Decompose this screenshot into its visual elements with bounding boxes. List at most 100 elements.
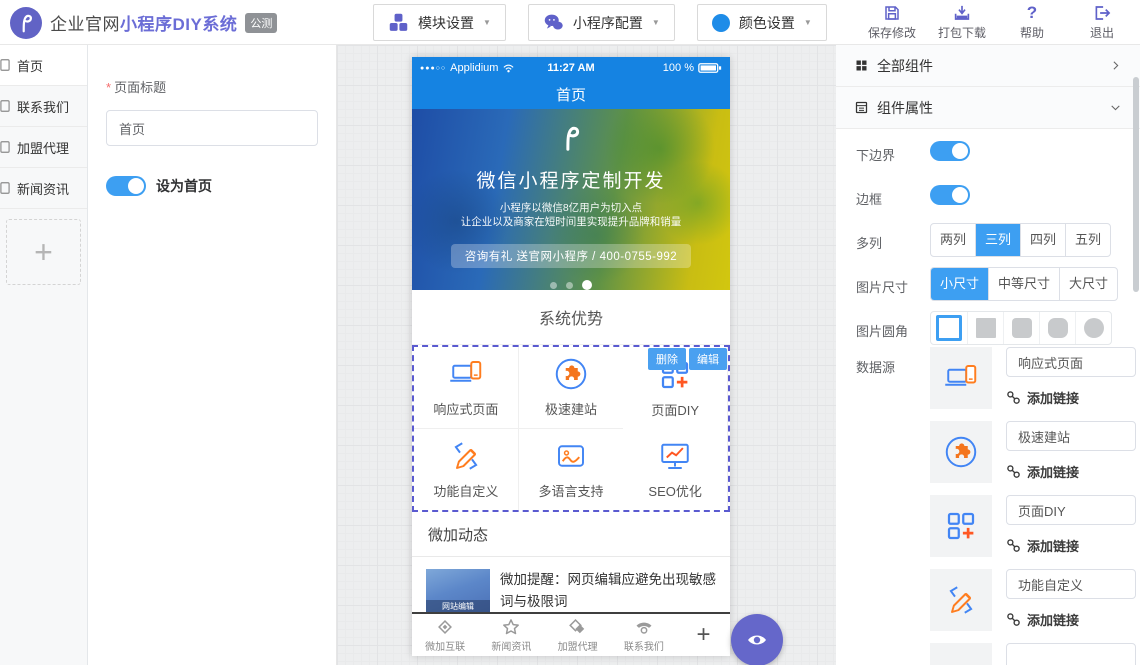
- img-size-medium[interactable]: 中等尺寸: [988, 268, 1059, 300]
- border-toggle[interactable]: [930, 185, 970, 205]
- feature-cell-seo[interactable]: SEO优化: [623, 429, 728, 511]
- logo-glyph-icon: [15, 12, 37, 34]
- set-home-toggle[interactable]: [106, 176, 146, 196]
- app-header: 企业官网小程序DIY系统 公测 模块设置 ▼ 小程序配置 ▼ 颜色设置 ▼ 保存…: [0, 0, 1140, 45]
- columns-option-two[interactable]: 两列: [931, 224, 975, 256]
- module-settings-label: 模块设置: [418, 13, 474, 33]
- edit-component-button[interactable]: 编辑: [689, 348, 727, 370]
- add-link-button[interactable]: 添加链接: [1006, 536, 1079, 555]
- delete-component-button[interactable]: 删除: [648, 348, 686, 370]
- news-thumbnail: 网站编辑: [426, 569, 490, 615]
- grid-icon: [854, 58, 869, 73]
- sidebar-item-agent[interactable]: 加盟代理: [0, 127, 87, 168]
- radius-option-none-selected[interactable]: [931, 312, 967, 344]
- page-title-label: *页面标题: [106, 77, 318, 96]
- app-title: 企业官网小程序DIY系统: [50, 10, 237, 35]
- header-actions: 保存修改 打包下载 ? 帮助 退出: [866, 4, 1128, 41]
- miniprogram-config-button[interactable]: 小程序配置 ▼: [528, 4, 675, 41]
- save-button[interactable]: 保存修改: [866, 4, 918, 41]
- tab-add-button[interactable]: +: [677, 621, 730, 649]
- image-icon: [553, 438, 589, 474]
- inspector-scrollbar[interactable]: [1133, 77, 1139, 292]
- phone-icon: [634, 617, 654, 637]
- module-settings-button[interactable]: 模块设置 ▼: [373, 4, 506, 41]
- feature-cell-responsive[interactable]: 响应式页面: [414, 347, 519, 429]
- sidebar-item-label: 加盟代理: [17, 138, 69, 157]
- datasource-item: 添加链接: [930, 569, 1126, 631]
- news-item-title: 微加提醒：网页编辑应避免出现敏感词与极限词: [500, 569, 716, 615]
- star-icon: [501, 617, 521, 637]
- color-settings-label: 颜色设置: [739, 13, 795, 33]
- component-action-badges: 删除 编辑: [648, 348, 727, 370]
- carousel-dot[interactable]: [550, 282, 557, 289]
- app-title-gray: 企业官网: [50, 15, 120, 34]
- component-props-header[interactable]: 组件属性: [836, 87, 1140, 129]
- news-list-item[interactable]: 网站编辑 微加提醒：网页编辑应避免出现敏感词与极限词: [412, 557, 730, 615]
- phone-status-bar: ●●●○○ Applidium 11:27 AM 100 %: [412, 57, 730, 79]
- cubes-icon: [388, 12, 409, 33]
- download-button[interactable]: 打包下载: [936, 4, 988, 41]
- beta-badge: 公测: [245, 13, 277, 33]
- datasource-title-input[interactable]: [1006, 569, 1136, 599]
- radius-option-medium[interactable]: [1039, 312, 1075, 344]
- caret-down-icon: ▼: [804, 18, 812, 27]
- page-title-input[interactable]: [106, 110, 318, 146]
- color-settings-button[interactable]: 颜色设置 ▼: [697, 4, 827, 41]
- tab-news[interactable]: 新闻资讯: [478, 617, 544, 653]
- img-radius-options: [930, 311, 1112, 345]
- color-dot-icon: [712, 14, 730, 32]
- sidebar-item-home[interactable]: 首页: [0, 45, 87, 86]
- exit-button[interactable]: 退出: [1076, 4, 1128, 41]
- feature-cell-custom[interactable]: 功能自定义: [414, 429, 519, 511]
- columns-option-four[interactable]: 四列: [1020, 224, 1065, 256]
- add-page-button[interactable]: +: [6, 219, 81, 285]
- img-size-large[interactable]: 大尺寸: [1059, 268, 1117, 300]
- save-icon: [883, 4, 901, 22]
- sidebar-item-news[interactable]: 新闻资讯: [0, 168, 87, 209]
- editor-canvas: ●●●○○ Applidium 11:27 AM 100 % 首页 微信小程序定…: [337, 45, 836, 665]
- tab-agent[interactable]: 加盟代理: [545, 617, 611, 653]
- feature-cell-multilang[interactable]: 多语言支持: [519, 429, 624, 511]
- add-link-button[interactable]: 添加链接: [1006, 388, 1079, 407]
- feature-cell-fast-build[interactable]: 极速建站: [519, 347, 624, 429]
- radius-option-small[interactable]: [1003, 312, 1039, 344]
- app-logo-icon: [10, 7, 42, 39]
- carousel-dot[interactable]: [566, 282, 573, 289]
- tab-weijia[interactable]: 微加互联: [412, 617, 478, 653]
- link-icon: [1006, 390, 1021, 405]
- datasource-title-input[interactable]: [1006, 495, 1136, 525]
- add-link-button[interactable]: 添加链接: [1006, 462, 1079, 481]
- selected-feature-grid-component[interactable]: 删除 编辑 响应式页面 极速建站 页面DIY 功能自定义: [412, 345, 730, 512]
- carousel-dot-active[interactable]: [582, 280, 592, 290]
- banner-carousel[interactable]: 微信小程序定制开发 小程序以微信8亿用户为切入点 让企业以及商家在短时间里实现提…: [412, 109, 730, 290]
- sidebar-item-contact[interactable]: 联系我们: [0, 86, 87, 127]
- responsive-page-icon: [448, 356, 484, 392]
- all-components-header[interactable]: 全部组件: [836, 45, 1140, 87]
- preview-button[interactable]: [731, 614, 783, 665]
- radius-option-square[interactable]: [967, 312, 1003, 344]
- add-link-button[interactable]: 添加链接: [1006, 610, 1079, 629]
- datasource-title-input[interactable]: [1006, 643, 1136, 665]
- required-mark: *: [106, 80, 111, 95]
- chevron-right-icon: [1109, 59, 1122, 72]
- puzzle-icon: [930, 421, 992, 483]
- tab-contact[interactable]: 联系我们: [611, 617, 677, 653]
- datasource-item: 添加链接: [930, 421, 1126, 483]
- caret-down-icon: ▼: [652, 18, 660, 27]
- datasource-title-input[interactable]: [1006, 421, 1136, 451]
- columns-option-three-selected[interactable]: 三列: [975, 224, 1020, 256]
- banner-cta-button[interactable]: 咨询有礼 送官网小程序 / 400-0755-992: [451, 244, 691, 268]
- puzzle-icon: [553, 356, 589, 392]
- help-button[interactable]: ? 帮助: [1006, 4, 1058, 41]
- bottom-border-toggle[interactable]: [930, 141, 970, 161]
- phone-preview: ●●●○○ Applidium 11:27 AM 100 % 首页 微信小程序定…: [412, 57, 730, 656]
- columns-option-five[interactable]: 五列: [1065, 224, 1110, 256]
- img-size-small-selected[interactable]: 小尺寸: [931, 268, 988, 300]
- main-area: 首页 联系我们 加盟代理 新闻资讯 + *页面标题 设为首页 ●●●○○ App…: [0, 45, 1140, 665]
- carousel-dots: [412, 280, 730, 290]
- wechat-icon: [543, 12, 564, 33]
- radius-option-circle[interactable]: [1075, 312, 1111, 344]
- link-icon: [1006, 538, 1021, 553]
- datasource-title-input[interactable]: [1006, 347, 1136, 377]
- phone-nav-title: 首页: [556, 84, 586, 105]
